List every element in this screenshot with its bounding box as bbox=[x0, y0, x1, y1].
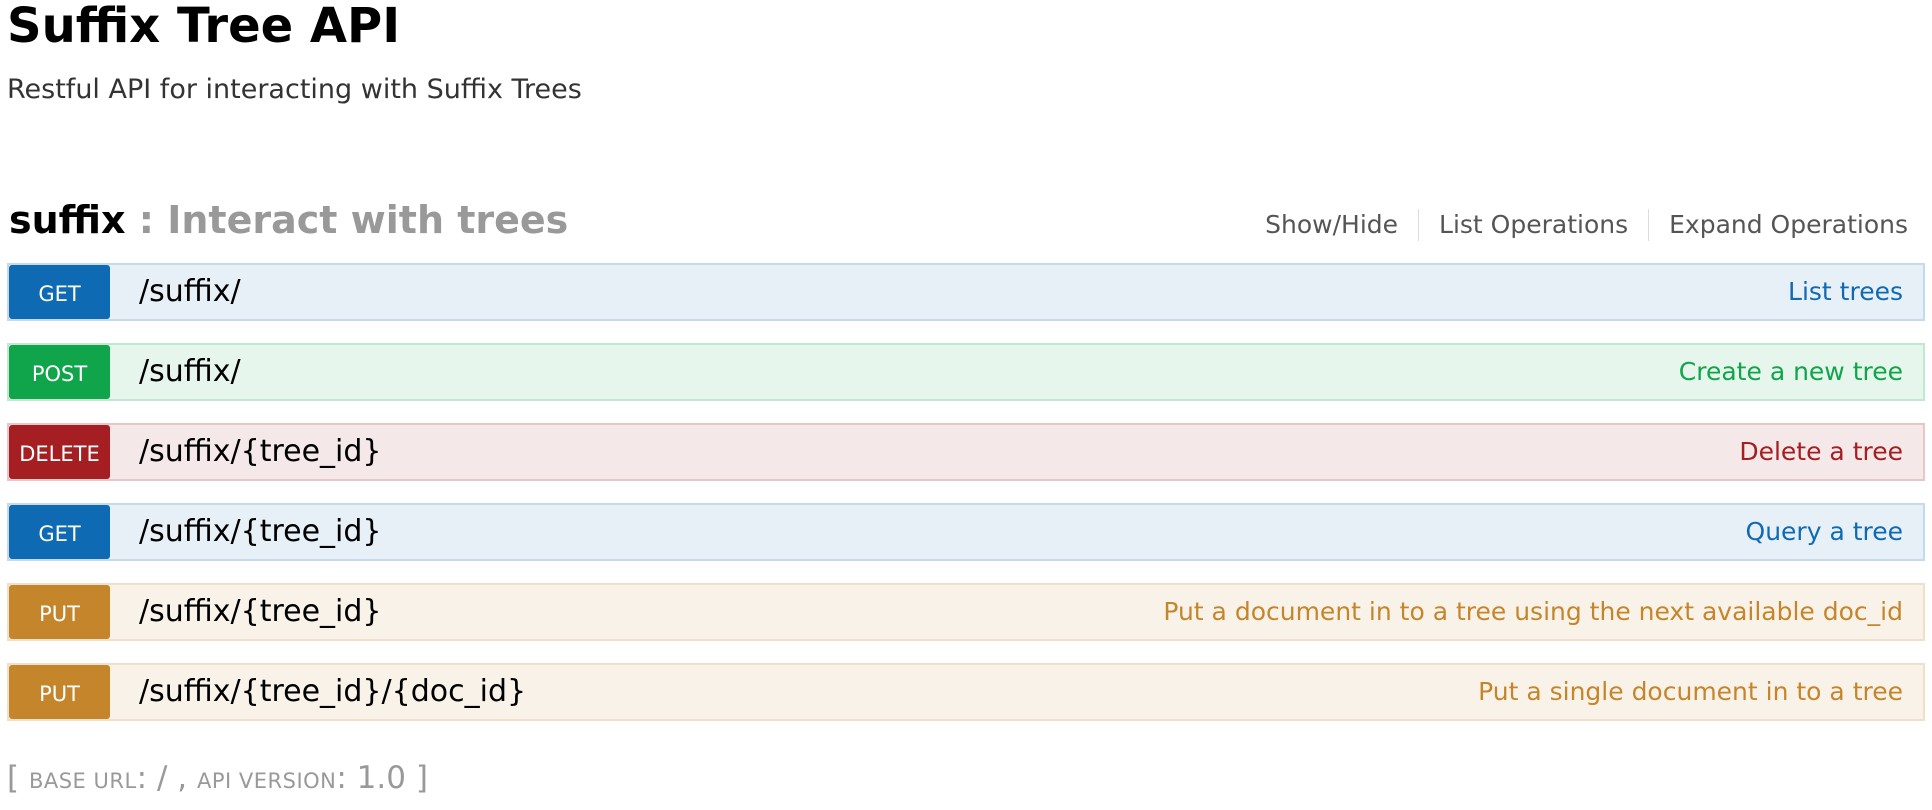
operation-path[interactable]: /suffix/{tree_id} bbox=[139, 425, 382, 479]
api-title: Suffix Tree API bbox=[7, 0, 401, 54]
operation-path[interactable]: /suffix/{tree_id}/{doc_id} bbox=[139, 665, 526, 719]
show-hide-link[interactable]: Show/Hide bbox=[1245, 209, 1418, 241]
http-method-badge[interactable]: GET bbox=[9, 265, 110, 319]
base-url-label: BASE URL bbox=[28, 769, 137, 793]
http-method-badge[interactable]: POST bbox=[9, 345, 110, 399]
http-method-badge[interactable]: GET bbox=[9, 505, 110, 559]
operation-summary[interactable]: Create a new tree bbox=[1679, 345, 1903, 399]
operation-summary[interactable]: Query a tree bbox=[1746, 505, 1903, 559]
resource-actions: Show/Hide List Operations Expand Operati… bbox=[1245, 209, 1908, 241]
api-version-label: API VERSION bbox=[196, 769, 337, 793]
api-version-value: : 1.0 bbox=[336, 760, 406, 796]
operation-path[interactable]: /suffix/ bbox=[139, 265, 241, 319]
operation-delete-tree[interactable]: DELETE /suffix/{tree_id} Delete a tree bbox=[7, 423, 1925, 481]
http-method-badge[interactable]: DELETE bbox=[9, 425, 110, 479]
operation-summary[interactable]: List trees bbox=[1788, 265, 1903, 319]
operation-put-document[interactable]: PUT /suffix/{tree_id} Put a document in … bbox=[7, 583, 1925, 641]
http-method-badge[interactable]: PUT bbox=[9, 585, 110, 639]
open-bracket: [ bbox=[7, 760, 29, 796]
operation-path[interactable]: /suffix/ bbox=[139, 345, 241, 399]
operation-summary[interactable]: Put a document in to a tree using the ne… bbox=[1163, 585, 1903, 639]
operation-post-create-tree[interactable]: POST /suffix/ Create a new tree bbox=[7, 343, 1925, 401]
operation-get-query-tree[interactable]: GET /suffix/{tree_id} Query a tree bbox=[7, 503, 1925, 561]
operation-summary[interactable]: Delete a tree bbox=[1739, 425, 1903, 479]
http-method-badge[interactable]: PUT bbox=[9, 665, 110, 719]
api-info-footer: [ BASE URL: / , API VERSION: 1.0 ] bbox=[7, 757, 428, 802]
operation-path[interactable]: /suffix/{tree_id} bbox=[139, 585, 382, 639]
operations-list: GET /suffix/ List trees POST /suffix/ Cr… bbox=[7, 263, 1925, 743]
expand-operations-link[interactable]: Expand Operations bbox=[1649, 209, 1908, 241]
operation-summary[interactable]: Put a single document in to a tree bbox=[1478, 665, 1903, 719]
resource-header: suffix : Interact with trees Show/Hide L… bbox=[7, 197, 1925, 247]
api-description: Restful API for interacting with Suffix … bbox=[7, 74, 582, 105]
list-operations-link[interactable]: List Operations bbox=[1419, 209, 1648, 241]
swagger-page: Suffix Tree API Restful API for interact… bbox=[0, 0, 1932, 810]
operation-path[interactable]: /suffix/{tree_id} bbox=[139, 505, 382, 559]
resource-name[interactable]: suffix bbox=[9, 198, 126, 242]
operation-get-list-trees[interactable]: GET /suffix/ List trees bbox=[7, 263, 1925, 321]
close-bracket: ] bbox=[405, 760, 428, 796]
resource-description: Interact with trees bbox=[167, 198, 569, 242]
resource-heading[interactable]: suffix : Interact with trees bbox=[9, 197, 568, 243]
base-url-value: : / , bbox=[136, 760, 197, 796]
operation-put-single-document[interactable]: PUT /suffix/{tree_id}/{doc_id} Put a sin… bbox=[7, 663, 1925, 721]
resource-separator: : bbox=[125, 198, 168, 242]
